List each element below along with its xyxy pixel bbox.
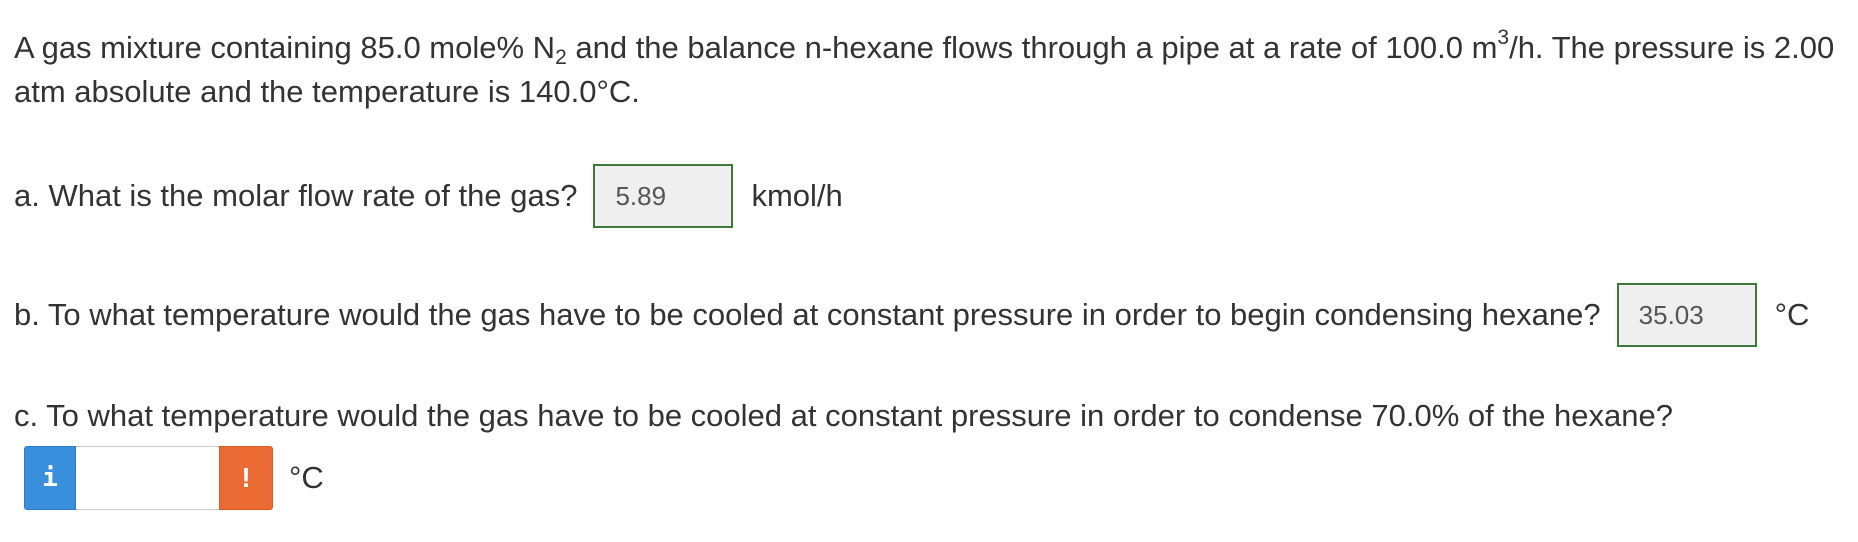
question-a-row: a. What is the molar flow rate of the ga… bbox=[14, 164, 843, 228]
info-button[interactable]: i bbox=[24, 446, 76, 510]
problem-superscript: 3 bbox=[1497, 26, 1510, 49]
question-a-unit: kmol/h bbox=[751, 178, 843, 213]
problem-text-2: and the balance n-hexane flows through a… bbox=[566, 30, 1498, 65]
question-b-answer[interactable]: 35.03 bbox=[1616, 283, 1757, 347]
problem-text-1: A gas mixture containing 85.0 mole% N bbox=[14, 30, 556, 65]
question-b-row: b. To what temperature would the gas hav… bbox=[14, 283, 1809, 347]
question-b-unit: °C bbox=[1774, 297, 1810, 332]
info-icon: i bbox=[42, 463, 58, 493]
question-a-text: a. What is the molar flow rate of the ga… bbox=[14, 178, 578, 213]
question-c-text: c. To what temperature would the gas hav… bbox=[14, 398, 1673, 433]
question-a-answer[interactable]: 5.89 bbox=[593, 164, 734, 228]
question-c-row: c. To what temperature would the gas hav… bbox=[14, 398, 1673, 434]
problem-subscript: 2 bbox=[555, 46, 567, 69]
question-c-input-group: i ! °C bbox=[24, 446, 324, 510]
question-b-text: b. To what temperature would the gas hav… bbox=[14, 297, 1601, 332]
warning-icon: ! bbox=[241, 462, 251, 493]
warning-button[interactable]: ! bbox=[219, 446, 273, 510]
problem-statement: A gas mixture containing 85.0 mole% N2 a… bbox=[14, 26, 1850, 114]
question-c-answer-input[interactable] bbox=[76, 446, 219, 510]
question-c-unit: °C bbox=[289, 460, 324, 495]
